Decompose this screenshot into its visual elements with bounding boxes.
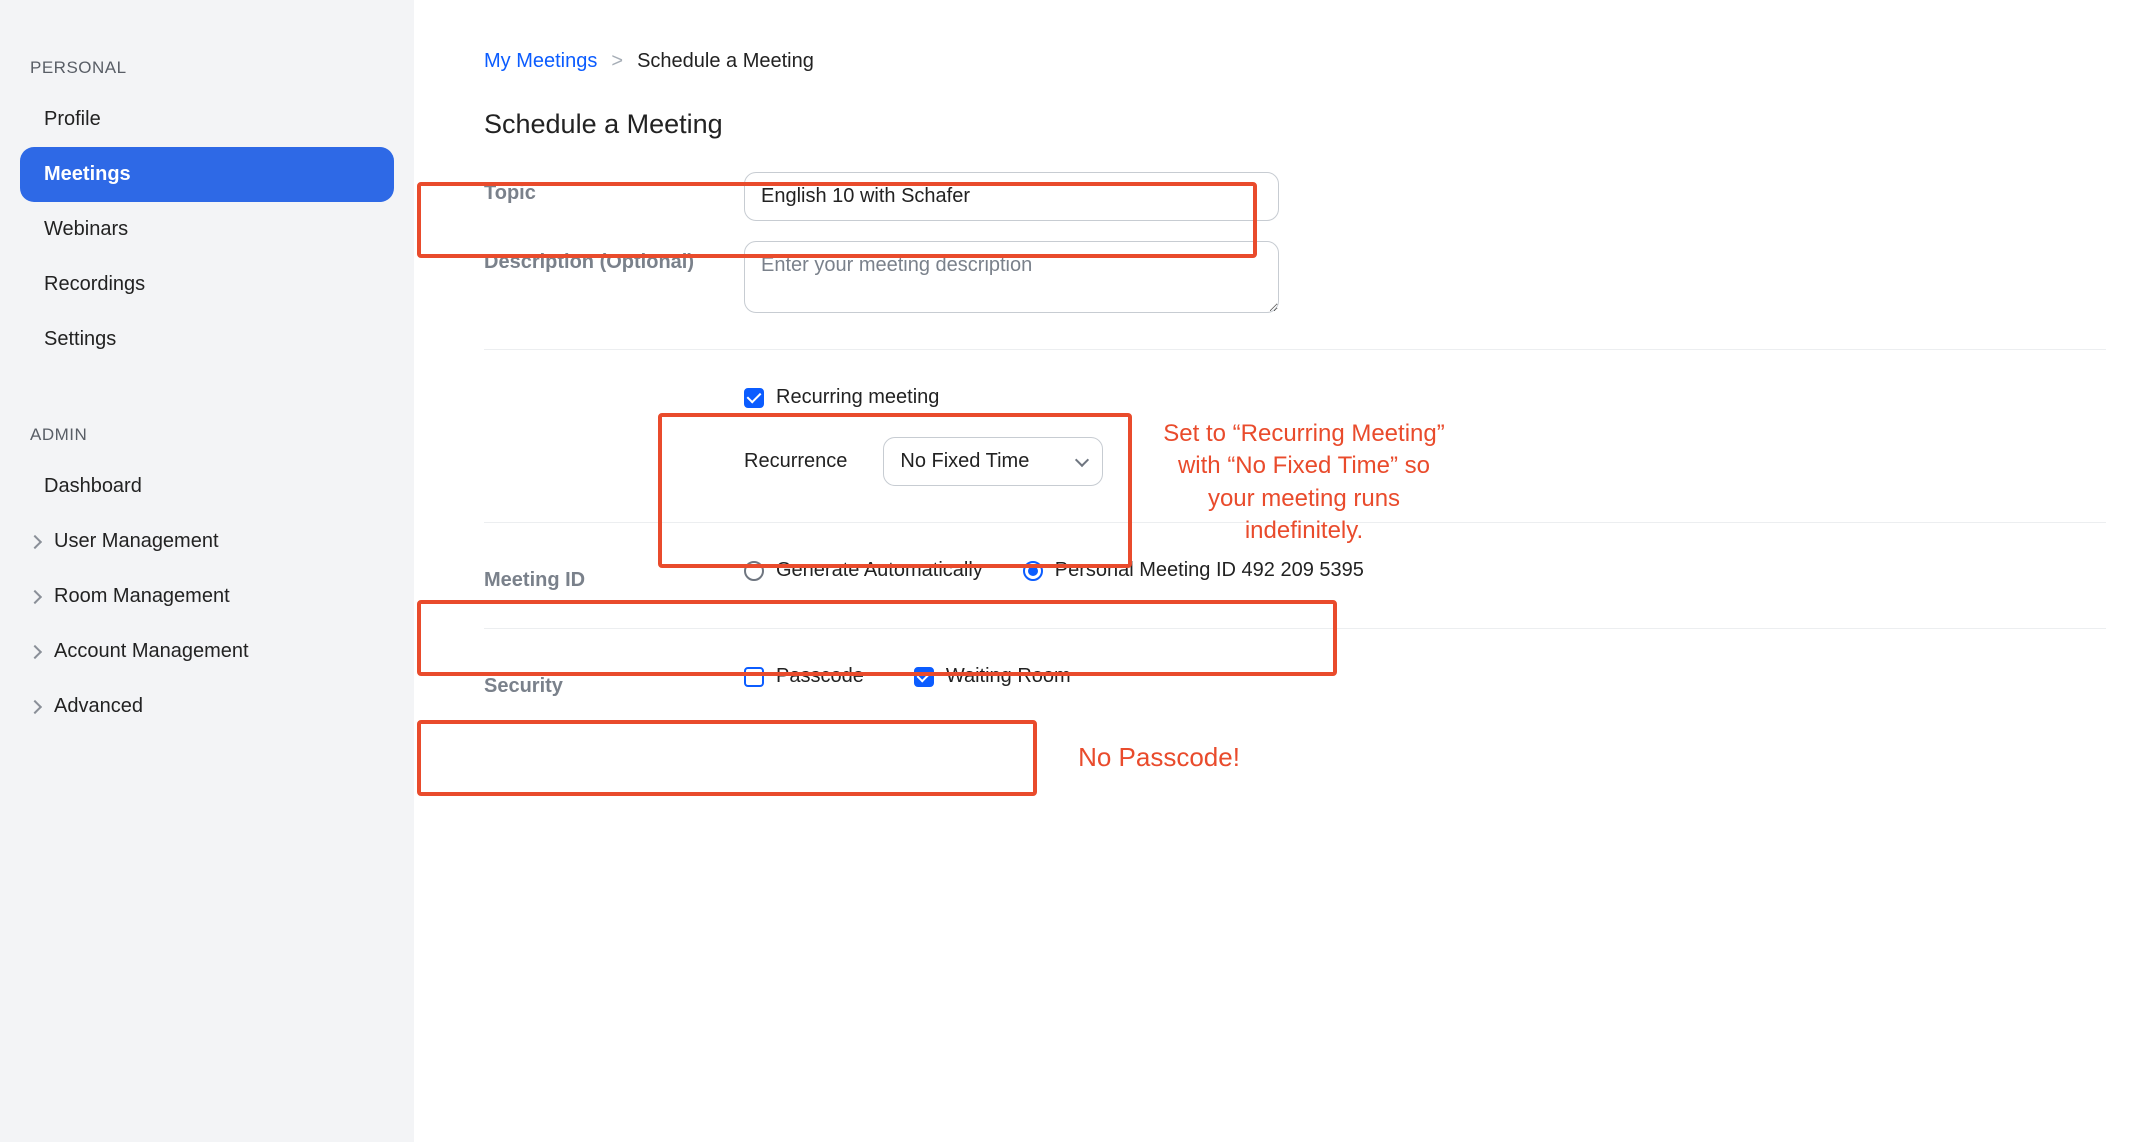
chevron-right-icon [28,644,42,658]
recurrence-select-wrap [883,437,1103,486]
sidebar-item-label: Room Management [54,585,230,608]
breadcrumb-parent-link[interactable]: My Meetings [484,50,597,73]
label-security: Security [484,665,744,698]
radio-generate-automatically[interactable]: Generate Automatically [744,559,983,582]
radio-label: Personal Meeting ID 492 209 5395 [1055,559,1364,582]
label-meeting-id: Meeting ID [484,559,744,592]
waiting-room-label: Waiting Room [946,665,1071,688]
chevron-right-icon [28,534,42,548]
sidebar-item-label: User Management [54,530,219,553]
row-description: Description (Optional) [484,241,2106,313]
recurring-meeting-label: Recurring meeting [776,386,939,409]
sidebar-section-personal: PERSONAL [20,40,394,92]
recurring-meeting-checkbox[interactable]: Recurring meeting [744,386,1103,409]
section-security: Security Passcode Waiting Room [484,628,2106,734]
recurrence-select[interactable] [883,437,1103,486]
section-basic: Topic Description (Optional) [484,172,2106,349]
chevron-right-icon [28,699,42,713]
radio-personal-meeting-id[interactable]: Personal Meeting ID 492 209 5395 [1023,559,1364,582]
topic-input[interactable] [744,172,1279,221]
sidebar-item-label: Account Management [54,640,249,663]
passcode-label: Passcode [776,665,864,688]
sidebar-item-user-management[interactable]: User Management [20,514,394,569]
breadcrumb-separator-icon: > [611,50,623,73]
sidebar-item-label: Advanced [54,695,143,718]
sidebar-item-account-management[interactable]: Account Management [20,624,394,679]
sidebar-item-dashboard[interactable]: Dashboard [20,459,394,514]
breadcrumb-current: Schedule a Meeting [637,50,814,73]
row-topic: Topic [484,172,2106,221]
label-topic: Topic [484,172,744,205]
page-title: Schedule a Meeting [484,109,2106,140]
checkbox-icon [744,388,764,408]
section-recurring: Recurring meeting Recurrence [484,349,2106,522]
sidebar-item-recordings[interactable]: Recordings [20,257,394,312]
sidebar: PERSONAL Profile Meetings Webinars Recor… [0,0,414,1142]
sidebar-item-label: Settings [44,328,116,351]
label-description: Description (Optional) [484,241,744,274]
sidebar-item-label: Recordings [44,273,145,296]
sidebar-item-room-management[interactable]: Room Management [20,569,394,624]
sidebar-item-label: Profile [44,108,101,131]
main-content: My Meetings > Schedule a Meeting Schedul… [414,0,2146,1142]
checkbox-icon [744,667,764,687]
sidebar-item-label: Webinars [44,218,128,241]
sidebar-item-advanced[interactable]: Advanced [20,679,394,734]
radio-icon [1023,561,1043,581]
description-textarea[interactable] [744,241,1279,313]
sidebar-item-settings[interactable]: Settings [20,312,394,367]
app-root: PERSONAL Profile Meetings Webinars Recor… [0,0,2146,1142]
sidebar-item-meetings[interactable]: Meetings [20,147,394,202]
radio-icon [744,561,764,581]
sidebar-item-profile[interactable]: Profile [20,92,394,147]
checkbox-icon [914,667,934,687]
label-recurrence: Recurrence [744,450,847,473]
chevron-right-icon [28,589,42,603]
breadcrumb: My Meetings > Schedule a Meeting [484,50,2106,73]
sidebar-item-label: Dashboard [44,475,142,498]
sidebar-section-admin: ADMIN [20,407,394,459]
annotation-text-no-passcode: No Passcode! [1054,740,1264,775]
section-meeting-id: Meeting ID Generate Automatically Person… [484,522,2106,628]
sidebar-item-label: Meetings [44,163,131,186]
passcode-checkbox[interactable]: Passcode [744,665,864,688]
sidebar-item-webinars[interactable]: Webinars [20,202,394,257]
waiting-room-checkbox[interactable]: Waiting Room [914,665,1071,688]
radio-label: Generate Automatically [776,559,983,582]
